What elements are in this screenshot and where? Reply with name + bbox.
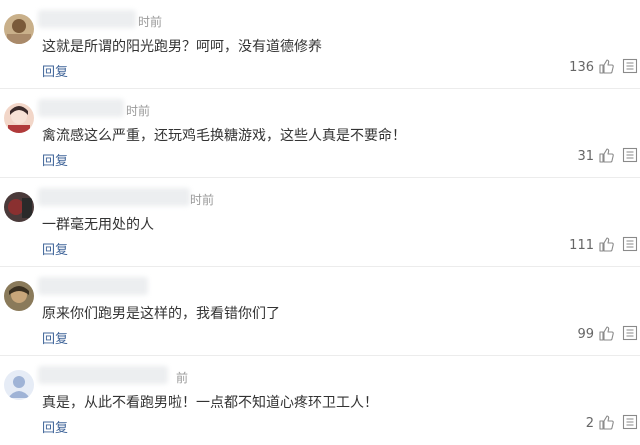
- comment-item: 原来你们跑男是这样的，我看错你们了 回复 99: [0, 267, 640, 356]
- comment-time: 时前: [138, 15, 163, 29]
- comment-item: 时前 一群毫无用处的人 回复 111: [0, 178, 640, 267]
- reply-button[interactable]: 回复: [42, 239, 68, 258]
- thumbs-up-icon[interactable]: [598, 236, 614, 252]
- reply-button[interactable]: 回复: [42, 150, 68, 169]
- comment-time: 时前: [190, 193, 215, 207]
- thumbs-up-icon[interactable]: [598, 58, 614, 74]
- thumbs-up-icon[interactable]: [598, 414, 614, 430]
- username-blurred[interactable]: [38, 188, 190, 206]
- thumbs-up-icon[interactable]: [598, 325, 614, 341]
- username-blurred[interactable]: [38, 277, 148, 295]
- thumbs-up-icon[interactable]: [598, 147, 614, 163]
- comment-time: 前: [176, 371, 189, 385]
- comment-text: 禽流感这么严重，还玩鸡毛换糖游戏，这些人真是不要命！: [42, 128, 406, 144]
- comment-item: 时前 禽流感这么严重，还玩鸡毛换糖游戏，这些人真是不要命！ 回复 31: [0, 89, 640, 178]
- more-icon[interactable]: [622, 325, 638, 341]
- username-blurred[interactable]: [38, 366, 168, 384]
- more-icon[interactable]: [622, 147, 638, 163]
- reply-button[interactable]: 回复: [42, 417, 68, 436]
- avatar[interactable]: [4, 192, 34, 222]
- comment-text: 一群毫无用处的人: [42, 217, 154, 233]
- avatar[interactable]: [4, 281, 34, 311]
- reply-button[interactable]: 回复: [42, 328, 68, 347]
- comment-text: 这就是所谓的阳光跑男？呵呵，没有道德修养: [42, 39, 322, 55]
- avatar[interactable]: [4, 370, 34, 400]
- username-blurred[interactable]: [38, 10, 136, 28]
- username-blurred[interactable]: [38, 99, 124, 117]
- reply-button[interactable]: 回复: [42, 61, 68, 80]
- like-count: 2: [585, 416, 594, 431]
- comment-text: 真是，从此不看跑男啦！一点都不知道心疼环卫工人！: [42, 395, 378, 411]
- comment-item: 前 真是，从此不看跑男啦！一点都不知道心疼环卫工人！ 回复 2: [0, 356, 640, 445]
- comment-time: 时前: [126, 104, 151, 118]
- comment-item: 时前 这就是所谓的阳光跑男？呵呵，没有道德修养 回复 136: [0, 0, 640, 89]
- comment-list: 时前 这就是所谓的阳光跑男？呵呵，没有道德修养 回复 136 时前 禽流感这么严…: [0, 0, 640, 436]
- like-count: 31: [577, 149, 594, 164]
- more-icon[interactable]: [622, 236, 638, 252]
- more-icon[interactable]: [622, 58, 638, 74]
- like-count: 136: [569, 60, 594, 75]
- like-count: 111: [569, 238, 594, 253]
- avatar[interactable]: [4, 14, 34, 44]
- more-icon[interactable]: [622, 414, 638, 430]
- comment-text: 原来你们跑男是这样的，我看错你们了: [42, 306, 280, 322]
- like-count: 99: [577, 327, 594, 342]
- avatar[interactable]: [4, 103, 34, 133]
